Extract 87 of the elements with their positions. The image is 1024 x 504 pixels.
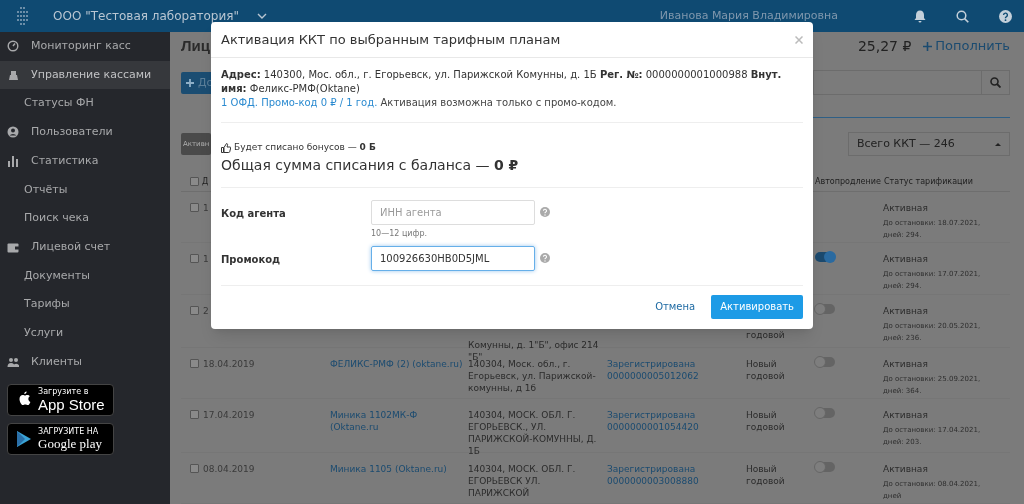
sidebar-subitem[interactable]: Документы xyxy=(0,261,170,291)
row-checkbox[interactable] xyxy=(190,359,199,369)
user-circle-icon xyxy=(7,126,19,139)
date-cell: 08.04.2019 xyxy=(203,462,255,475)
field-hint: 10—12 цифр. xyxy=(371,227,428,240)
bar-chart-icon xyxy=(7,155,19,168)
column-header: Автопродление xyxy=(815,175,882,188)
total-dropdown[interactable]: Всего ККТ — 246 xyxy=(848,132,1010,157)
close-icon xyxy=(795,35,803,44)
row-checkbox[interactable] xyxy=(190,410,199,420)
bonus-text: Будет списано бонусов — 0 Б xyxy=(234,141,376,154)
plus-icon xyxy=(923,41,933,51)
total-charge: Общая сумма списания с баланса — 0 ₽ xyxy=(221,154,803,188)
column-header: Д xyxy=(202,175,209,188)
address-cell-text: 140304, МОСК. ОБЛ. Г. ЕГОРЬЕВСК УЛ. ПАРИЖСКОЙ xyxy=(468,462,577,499)
tariff-cell-text: Новый годовой xyxy=(746,358,786,383)
dialog-title: Активация ККТ по выбранным тарифным планам xyxy=(221,30,561,49)
address-cell-text: 140304, МОСК. ОБЛ. Г. ЕГОРЬЕВСК., УЛ. ПАРИЖСКОЙ-КОМУННЫ, Д. 1Б xyxy=(468,409,598,458)
select-all-checkbox[interactable] xyxy=(190,177,199,187)
date-cell: 2 xyxy=(203,304,209,317)
date-cell: 18.04.2019 xyxy=(203,358,255,371)
sidebar-subitem[interactable]: Тарифы xyxy=(0,290,170,319)
address-cell-text: 140304, Моск. обл., г. Егорьевск, ул. Парижской-комунны, д 1б xyxy=(468,359,597,395)
grid-logo-icon xyxy=(15,7,29,25)
search-icon xyxy=(990,77,1001,89)
promo-code-field[interactable]: 100926630HB0D5JML xyxy=(371,245,535,271)
autorenew-toggle[interactable] xyxy=(815,461,835,472)
plus-icon xyxy=(186,78,194,87)
caret-up-icon xyxy=(995,142,1001,147)
app-store-badge[interactable]: Загрузите в App Store xyxy=(7,384,114,417)
tariff-cell-text: Новый годовой xyxy=(746,462,786,487)
autorenew-toggle[interactable] xyxy=(815,408,835,419)
people-icon xyxy=(7,355,19,368)
status-text: Активная xyxy=(883,253,929,266)
search-field[interactable] xyxy=(813,70,1010,96)
date-cell: 1 xyxy=(203,253,209,266)
sidebar-item[interactable]: Статистика xyxy=(0,146,170,176)
cash-register-icon xyxy=(7,69,19,82)
autorenew-toggle[interactable] xyxy=(815,303,835,314)
play-triangle-icon xyxy=(16,430,32,449)
wallet-icon xyxy=(7,241,19,254)
sidebar-item[interactable]: Управление кассами xyxy=(0,60,170,90)
row-checkbox[interactable] xyxy=(190,463,199,473)
status-text: Активная xyxy=(883,202,929,215)
balance-amount: 25,27 ₽ xyxy=(857,36,912,56)
row-checkbox[interactable] xyxy=(190,254,199,264)
autorenew-toggle[interactable] xyxy=(815,252,835,263)
sidebar-subitem[interactable]: Поиск чека xyxy=(0,204,170,233)
column-header: Статус тарификации xyxy=(883,175,974,188)
help-icon xyxy=(999,9,1012,23)
tariff-cell-text: годовой xyxy=(746,328,786,341)
help-icon xyxy=(540,253,550,263)
sidebar-item[interactable]: Пользователи xyxy=(0,118,170,147)
google-play-badge[interactable]: ЗАГРУЗИТЕ НА Google play xyxy=(7,423,114,456)
cancel-link[interactable]: Отмена xyxy=(655,299,696,314)
activate-button[interactable]: Активировать xyxy=(711,294,803,319)
status-text: Активная xyxy=(883,462,929,475)
tariff-note: Активация возможна только с промо-кодом. xyxy=(380,97,617,108)
field-label: Промокод xyxy=(221,252,282,267)
row-checkbox[interactable] xyxy=(190,305,199,315)
device-details: Адрес: 140300, Мос. обл., г. Егорьевск, ул. Парижской Комунны, д. 1Б Рег. №: 0000000001000988 Внут. имя: Феликс-РМФ(Oktane) xyxy=(221,68,783,96)
status-text: Активная xyxy=(883,409,929,422)
search-icon xyxy=(956,9,969,23)
sidebar-subitem[interactable]: Отчёты xyxy=(0,175,170,205)
chevron-down-icon xyxy=(257,13,267,19)
tariff-cell-text: Новый годовой xyxy=(746,409,786,434)
sidebar-subitem[interactable]: Статусы ФН xyxy=(0,89,170,119)
agent-code-field[interactable]: ИНН агента xyxy=(371,199,535,225)
sidebar-item[interactable]: Лицевой счет xyxy=(0,232,170,262)
date-cell: 17.04.2019 xyxy=(203,409,255,422)
gauge-icon xyxy=(7,40,19,53)
row-checkbox[interactable] xyxy=(190,203,199,213)
tariff-link[interactable]: 1 ОФД. Промо-код 0 ₽ / 1 год. xyxy=(221,97,378,108)
thumbs-up-icon xyxy=(221,142,231,153)
sidebar-item[interactable]: Мониторинг касс xyxy=(0,32,170,61)
field-label: Код агента xyxy=(221,206,287,221)
close-button[interactable] xyxy=(795,35,803,44)
help-icon xyxy=(540,207,550,217)
user-name[interactable]: Иванова Мария Владимировна xyxy=(659,7,838,25)
date-cell: 1 xyxy=(203,202,209,215)
page-heading: Лиц xyxy=(181,35,210,56)
status-text: Активная xyxy=(883,358,929,371)
status-text: Активная xyxy=(883,304,929,317)
bell-icon xyxy=(914,9,926,23)
sidebar-subitem[interactable]: Услуги xyxy=(0,318,170,348)
autorenew-toggle[interactable] xyxy=(815,357,835,368)
sidebar-item[interactable]: Клиенты xyxy=(0,347,170,377)
